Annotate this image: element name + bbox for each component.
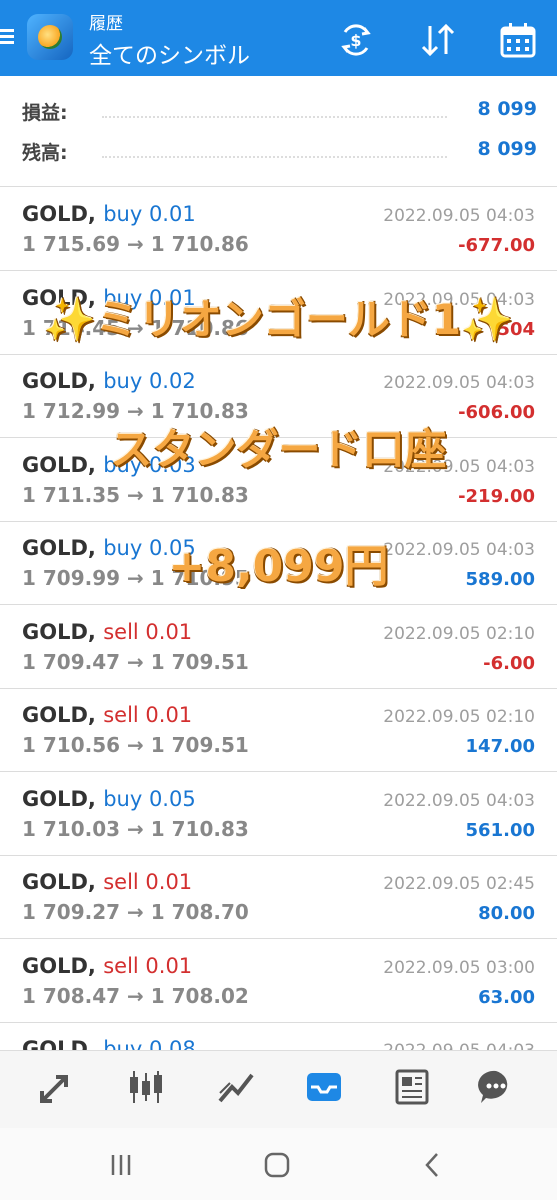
calendar-icon[interactable] bbox=[498, 20, 538, 60]
deal-row[interactable]: GOLD, sell 0.01 1 710.56 → 1 709.51 2022.0… bbox=[0, 688, 557, 772]
profit-row: 損益: 8 099 bbox=[22, 98, 537, 128]
deal-type: sell 0.01 bbox=[103, 870, 193, 894]
system-nav-bar bbox=[0, 1128, 557, 1200]
deal-time: 2022.09.05 04:03 bbox=[383, 206, 535, 226]
deal-symbol: GOLD, sell 0.01 bbox=[22, 954, 192, 978]
deal-time: 2022.09.05 02:10 bbox=[383, 707, 535, 727]
deal-symbol: GOLD, buy 0.05 bbox=[22, 787, 196, 811]
dotted-divider bbox=[102, 156, 447, 158]
history-inbox-icon[interactable] bbox=[304, 1067, 344, 1107]
deal-symbol: GOLD, buy 0.02 bbox=[22, 369, 196, 393]
deal-time: 2022.09.05 03:00 bbox=[383, 957, 535, 978]
deal-row[interactable]: GOLD, buy 0.05 1 710.03 → 1 710.83 2022.09… bbox=[0, 772, 557, 856]
balance-value: 8 099 bbox=[477, 138, 538, 160]
overlay-account-type: スタンダード口座 bbox=[110, 425, 447, 474]
profit-label: 損益: bbox=[22, 102, 68, 124]
svg-text:$: $ bbox=[350, 31, 361, 50]
app-header: 履歴 全てのシンボル $ bbox=[0, 0, 557, 76]
dotted-divider bbox=[102, 116, 447, 118]
deal-symbol: GOLD, buy 0.01 bbox=[22, 202, 196, 226]
deal-time: 2022.09.05 02:45 bbox=[383, 874, 535, 894]
chat-icon[interactable] bbox=[476, 1067, 516, 1107]
deal-type: buy 0.02 bbox=[103, 369, 196, 393]
deal-prices: 1 711.35 → 1 710.83 bbox=[22, 482, 249, 507]
deal-row[interactable]: GOLD, sell 0.01 1 708.47 → 1 708.02 2022.0… bbox=[0, 939, 557, 1023]
deal-type: buy 0.01 bbox=[103, 202, 196, 226]
deal-time: 2022.09.05 04:03 bbox=[383, 373, 535, 393]
symbol-name: GOLD, bbox=[22, 953, 96, 978]
deal-prices: 1 715.69 → 1 710.86 bbox=[22, 232, 249, 256]
deal-profit: 63.00 bbox=[478, 986, 535, 1008]
app-logo bbox=[27, 14, 73, 60]
deal-profit: -6.00 bbox=[483, 652, 535, 674]
news-icon[interactable] bbox=[392, 1067, 432, 1107]
deal-profit: 80.00 bbox=[478, 903, 535, 924]
deal-type: sell 0.01 bbox=[103, 953, 193, 978]
deal-profit: 561.00 bbox=[465, 819, 535, 841]
sort-icon[interactable] bbox=[418, 20, 458, 60]
symbol-name: GOLD, bbox=[22, 619, 96, 644]
deal-profit: -677.00 bbox=[458, 235, 535, 256]
symbol-name: GOLD, bbox=[22, 870, 96, 894]
deal-type: sell 0.01 bbox=[103, 703, 193, 727]
symbol-name: GOLD, bbox=[22, 369, 96, 393]
summary-panel: 損益: 8 099 残高: 8 099 bbox=[0, 76, 557, 187]
deal-prices: 1 710.03 → 1 710.83 bbox=[22, 816, 249, 841]
deal-prices: 1 710.56 → 1 709.51 bbox=[22, 733, 249, 757]
currency-exchange-icon[interactable]: $ bbox=[336, 20, 376, 60]
overlay-profit: +8,099円 bbox=[168, 541, 389, 592]
symbol-name: GOLD, bbox=[22, 703, 96, 727]
trade-icon[interactable] bbox=[36, 1067, 76, 1107]
deal-row[interactable]: GOLD, buy 0.01 1 715.69 → 1 710.86 2022.09… bbox=[0, 187, 557, 271]
symbol-name: GOLD, bbox=[22, 202, 96, 226]
deal-symbol: GOLD, sell 0.01 bbox=[22, 870, 192, 894]
header-subtitle: 履歴 bbox=[89, 14, 123, 34]
deal-symbol: GOLD, sell 0.01 bbox=[22, 703, 192, 727]
balance-row: 残高: 8 099 bbox=[22, 138, 537, 168]
deal-symbol: GOLD, sell 0.01 bbox=[22, 620, 192, 644]
symbol-name: GOLD, bbox=[22, 786, 96, 811]
bottom-nav bbox=[0, 1050, 557, 1129]
chart-line-icon[interactable] bbox=[216, 1067, 256, 1107]
deal-type: buy 0.05 bbox=[103, 786, 196, 811]
header-title[interactable]: 全てのシンボル bbox=[89, 36, 250, 70]
deal-profit: -219.00 bbox=[458, 485, 535, 507]
deal-profit: 147.00 bbox=[465, 736, 535, 757]
deal-type: sell 0.01 bbox=[103, 619, 193, 644]
recent-apps-icon[interactable] bbox=[106, 1150, 136, 1180]
deal-prices: 1 709.47 → 1 709.51 bbox=[22, 649, 249, 674]
deal-row[interactable]: GOLD, sell 0.01 1 709.47 → 1 709.51 2022.0… bbox=[0, 605, 557, 689]
deal-row[interactable]: GOLD, sell 0.01 1 709.27 → 1 708.70 2022.0… bbox=[0, 855, 557, 939]
back-icon[interactable] bbox=[418, 1150, 448, 1180]
deal-prices: 1 708.47 → 1 708.02 bbox=[22, 983, 249, 1008]
balance-label: 残高: bbox=[22, 142, 68, 164]
home-icon[interactable] bbox=[262, 1150, 292, 1180]
deal-time: 2022.09.05 04:03 bbox=[383, 790, 535, 811]
chart-candles-icon[interactable] bbox=[126, 1067, 166, 1107]
overlay-title: ✨ミリオンゴールド1✨ bbox=[43, 295, 514, 344]
profit-value: 8 099 bbox=[477, 98, 538, 120]
hamburger-menu-icon[interactable] bbox=[0, 26, 18, 50]
deal-time: 2022.09.05 02:10 bbox=[383, 623, 535, 644]
deal-prices: 1 709.27 → 1 708.70 bbox=[22, 900, 249, 924]
